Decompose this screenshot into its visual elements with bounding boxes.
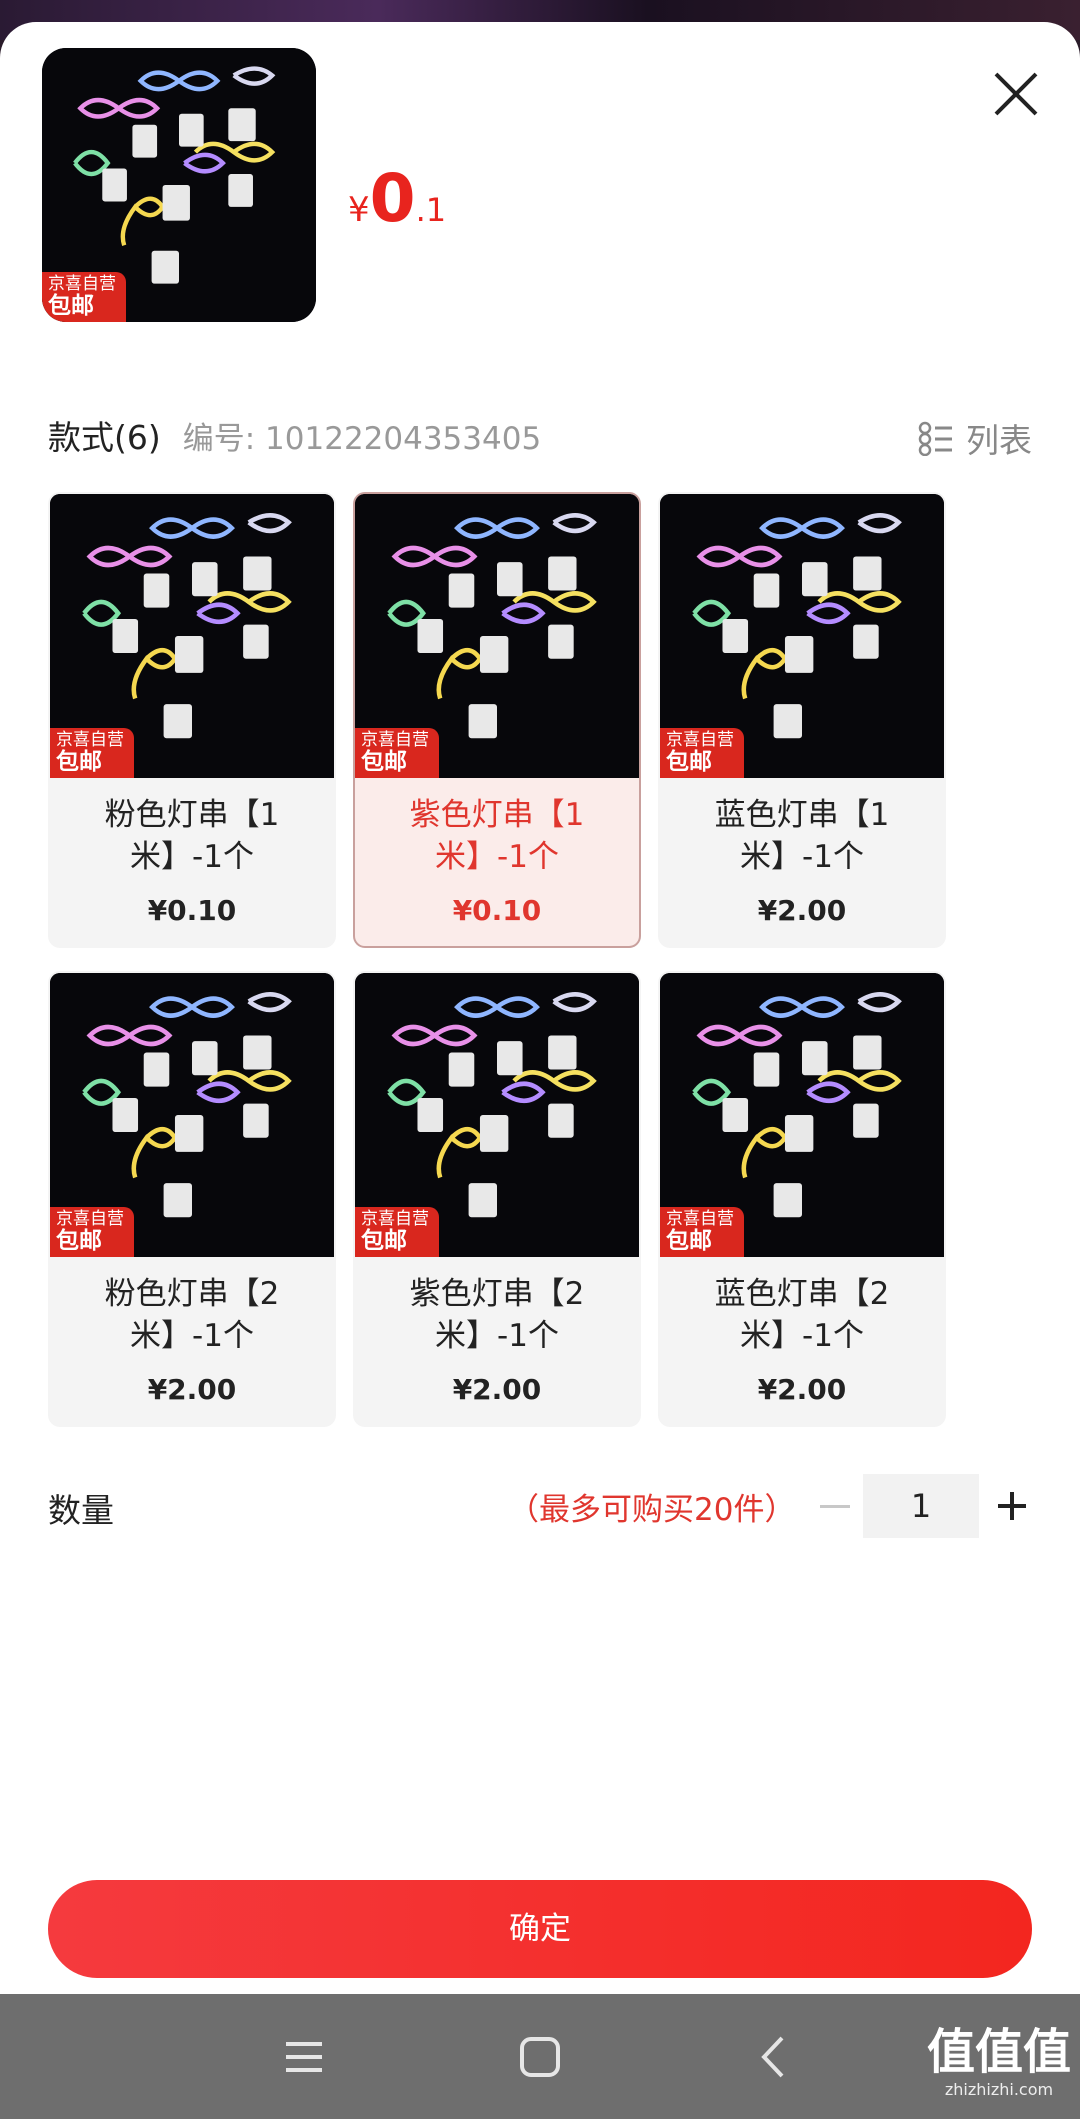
home-icon (520, 2037, 560, 2077)
spec-title: 款式(6) (48, 418, 161, 457)
variant-card-6[interactable]: 京喜自营 包邮 蓝色灯串【2米】-1个 ¥2.00 (658, 971, 946, 1427)
list-view-label: 列表 (966, 421, 1032, 460)
variant-name: 粉色灯串【2米】-1个 (104, 1276, 280, 1354)
variant-name: 紫色灯串【2米】-1个 (409, 1276, 585, 1354)
list-view-toggle[interactable]: 列表 (918, 414, 1032, 462)
badge-bottom-text: 包邮 (48, 292, 94, 319)
product-code: 编号: 10122204353405 (182, 420, 542, 457)
badge-top-text: 京喜自营 (361, 730, 429, 751)
variant-card-1[interactable]: 京喜自营 包邮 粉色灯串【1米】-1个 ¥0.10 (48, 492, 336, 948)
variant-price: ¥2.00 (757, 1373, 847, 1406)
list-icon (918, 421, 952, 456)
recent-apps-button[interactable] (274, 2030, 334, 2084)
close-icon (994, 72, 1038, 116)
product-thumbnail: 京喜自营 包邮 (42, 48, 316, 322)
self-operated-badge: 京喜自营 包邮 (50, 1207, 134, 1257)
variant-thumbnail: 京喜自营 包邮 (50, 494, 334, 778)
self-operated-badge: 京喜自营 包邮 (50, 728, 134, 778)
variant-price: ¥0.10 (452, 894, 542, 927)
system-navigation-bar (0, 1994, 1080, 2119)
badge-bottom-text: 包邮 (361, 748, 407, 775)
self-operated-badge: 京喜自营 包邮 (42, 272, 126, 322)
badge-top-text: 京喜自营 (666, 730, 734, 751)
variant-price: ¥2.00 (147, 1373, 237, 1406)
variant-name: 蓝色灯串【1米】-1个 (714, 797, 890, 875)
quantity-limit: （最多可购买20件） (508, 1492, 796, 1528)
badge-top-text: 京喜自营 (666, 1209, 734, 1230)
increase-quantity-button[interactable] (992, 1474, 1032, 1538)
decrease-quantity-button[interactable] (810, 1474, 860, 1538)
plus-icon-vertical (1010, 1492, 1014, 1520)
minus-icon (820, 1504, 850, 1508)
confirm-button[interactable]: 确定 (48, 1880, 1032, 1978)
self-operated-badge: 京喜自营 包邮 (660, 1207, 744, 1257)
variant-thumbnail: 京喜自营 包邮 (660, 494, 944, 778)
close-button[interactable] (990, 68, 1042, 120)
badge-top-text: 京喜自营 (48, 274, 116, 295)
selected-price: ¥0.1 (348, 160, 446, 237)
variant-thumbnail: 京喜自营 包邮 (50, 973, 334, 1257)
back-icon (761, 2036, 784, 2078)
badge-bottom-text: 包邮 (666, 748, 712, 775)
quantity-label: 数量 (48, 1491, 114, 1530)
variant-grid: 京喜自营 包邮 粉色灯串【1米】-1个 ¥0.10 京喜自营 包邮 紫色灯串【1… (48, 492, 948, 1427)
variant-thumbnail: 京喜自营 包邮 (355, 973, 639, 1257)
variant-card-3[interactable]: 京喜自营 包邮 蓝色灯串【1米】-1个 ¥2.00 (658, 492, 946, 948)
price-integer: 0 (369, 160, 416, 237)
back-button[interactable] (744, 2030, 804, 2084)
self-operated-badge: 京喜自营 包邮 (355, 728, 439, 778)
badge-bottom-text: 包邮 (666, 1227, 712, 1254)
self-operated-badge: 京喜自营 包邮 (660, 728, 744, 778)
variant-price: ¥2.00 (757, 894, 847, 927)
variant-price: ¥2.00 (452, 1373, 542, 1406)
watermark-title: 值值值 (926, 2024, 1071, 2080)
badge-top-text: 京喜自营 (56, 1209, 124, 1230)
watermark-url: zhizhizhi.com (944, 2080, 1054, 2099)
badge-bottom-text: 包邮 (56, 748, 102, 775)
price-decimal: .1 (415, 191, 447, 229)
home-button[interactable] (510, 2030, 570, 2084)
quantity-row: 数量 （最多可购买20件） 1 (48, 1474, 1032, 1538)
price-currency: ¥ (348, 190, 370, 230)
variant-card-2[interactable]: 京喜自营 包邮 紫色灯串【1米】-1个 ¥0.10 (353, 492, 641, 948)
badge-top-text: 京喜自营 (56, 730, 124, 751)
badge-bottom-text: 包邮 (56, 1227, 102, 1254)
self-operated-badge: 京喜自营 包邮 (355, 1207, 439, 1257)
variant-name: 蓝色灯串【2米】-1个 (714, 1276, 890, 1354)
watermark: 值值值 zhizhizhi.com (924, 2024, 1074, 2099)
variant-name: 粉色灯串【1米】-1个 (104, 797, 280, 875)
variant-card-4[interactable]: 京喜自营 包邮 粉色灯串【2米】-1个 ¥2.00 (48, 971, 336, 1427)
variant-thumbnail: 京喜自营 包邮 (355, 494, 639, 778)
variant-price: ¥0.10 (147, 894, 237, 927)
badge-bottom-text: 包邮 (361, 1227, 407, 1254)
variant-card-5[interactable]: 京喜自营 包邮 紫色灯串【2米】-1个 ¥2.00 (353, 971, 641, 1427)
variant-thumbnail: 京喜自营 包邮 (660, 973, 944, 1257)
menu-icon (286, 2042, 322, 2072)
variant-name: 紫色灯串【1米】-1个 (409, 797, 585, 875)
spec-header: 款式(6) 编号: 10122204353405 列表 (48, 410, 1032, 460)
badge-top-text: 京喜自营 (361, 1209, 429, 1230)
quantity-input[interactable]: 1 (863, 1474, 979, 1538)
